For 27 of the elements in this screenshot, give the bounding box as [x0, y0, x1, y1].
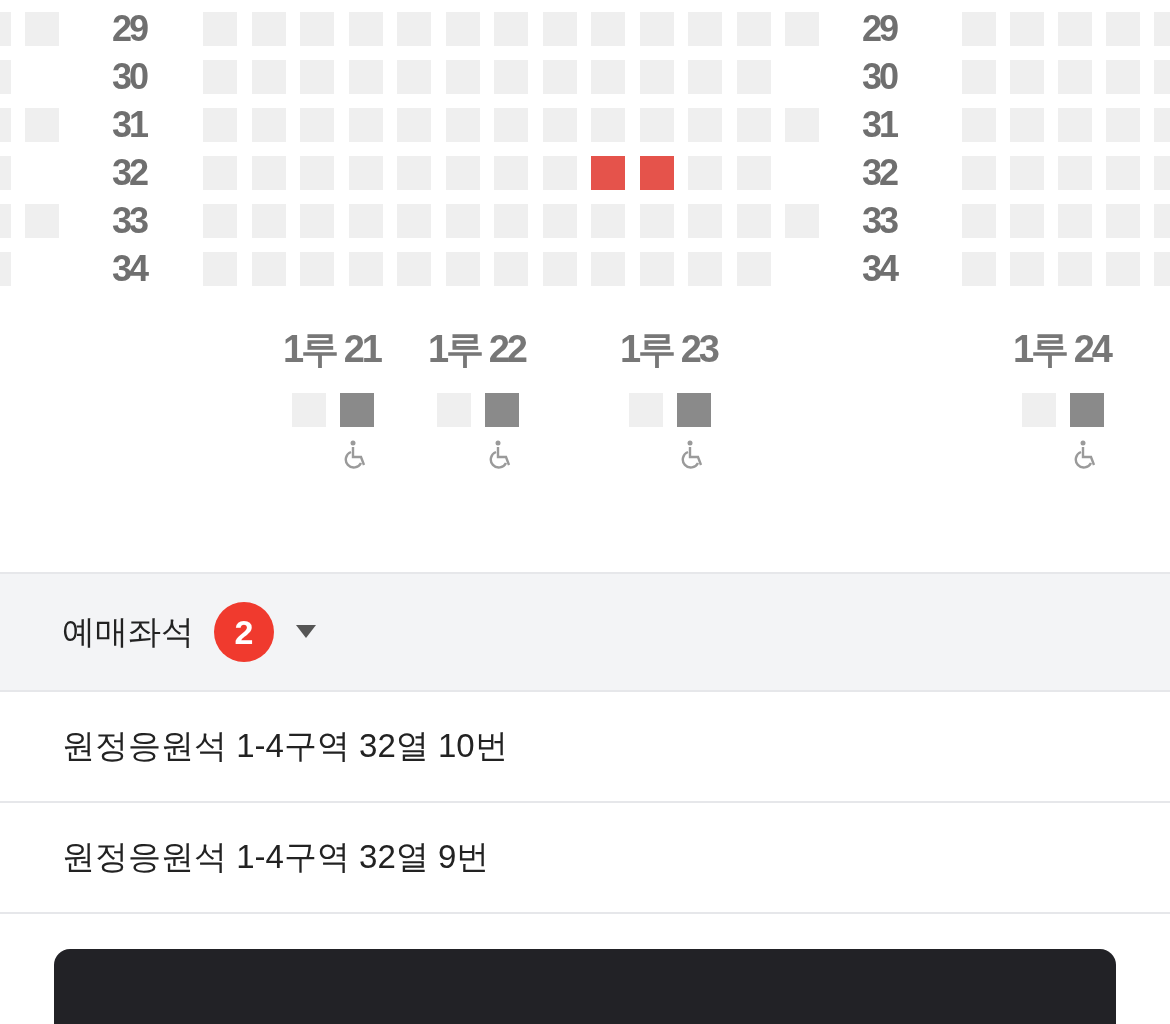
wheelchair-icon [681, 440, 705, 470]
gate-label: 1루 22 [428, 328, 525, 370]
row-number: 30 [112, 58, 147, 96]
row-number: 34 [112, 250, 147, 288]
row-number: 31 [862, 106, 897, 144]
row-number: 34 [862, 250, 897, 288]
row-number: 33 [112, 202, 147, 240]
summary-bar[interactable]: 예매좌석 2 [0, 572, 1170, 692]
action-button[interactable] [54, 949, 1116, 1024]
summary-title: 예매좌석 [62, 611, 194, 652]
seat-info: 원정응원석 1-4구역 32열 10번 [62, 726, 508, 766]
wheelchair-icon [344, 440, 368, 470]
row-number: 29 [862, 10, 897, 48]
seat[interactable] [639, 156, 674, 190]
row-number: 33 [862, 202, 897, 240]
gate-label: 1루 23 [620, 328, 717, 370]
gate-label: 1루 21 [283, 328, 380, 370]
wheelchair-icon [1074, 440, 1098, 470]
count-badge: 2 [214, 602, 274, 662]
seat-info: 원정응원석 1-4구역 32열 9번 [62, 837, 490, 877]
row-number: 32 [112, 154, 147, 192]
gate-label: 1루 24 [1013, 328, 1110, 370]
row-number: 29 [112, 10, 147, 48]
row-number: 32 [862, 154, 897, 192]
row-number: 30 [862, 58, 897, 96]
wheelchair-icon [489, 440, 513, 470]
row-number: 31 [112, 106, 147, 144]
